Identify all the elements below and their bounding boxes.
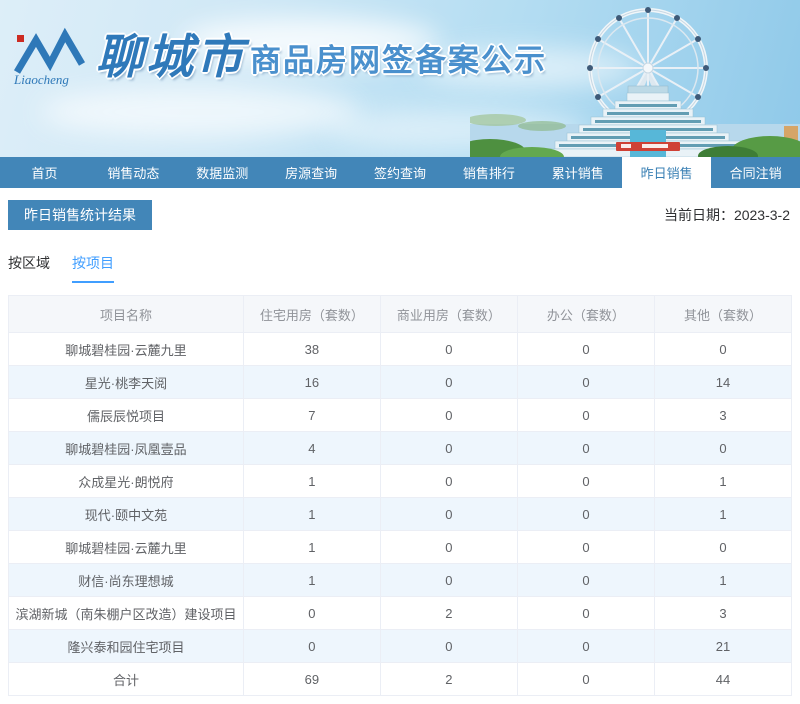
table-total-row: 合计 69 2 0 44 bbox=[8, 662, 793, 696]
table-row: 隆兴泰和园住宅项目 0 0 0 21 bbox=[8, 629, 793, 663]
table-cell: 0 bbox=[242, 596, 381, 630]
table-cell: 0 bbox=[516, 365, 655, 399]
project-name-cell: 滨湖新城（南朱棚户区改造）建设项目 bbox=[8, 596, 244, 630]
table-row: 众成星光·朗悦府 1 0 0 1 bbox=[8, 464, 793, 498]
table-cell: 0 bbox=[516, 596, 655, 630]
table-cell: 0 bbox=[516, 431, 655, 465]
col-header-other: 其他（套数） bbox=[653, 295, 793, 333]
site-brand: Liaocheng 聊城市 商品房网签备案公示 bbox=[12, 26, 547, 88]
table-cell: 0 bbox=[516, 563, 655, 597]
table-cell: 2 bbox=[379, 662, 518, 696]
nav-item-contract-cancellation[interactable]: 合同注销 bbox=[711, 157, 800, 188]
table-cell: 0 bbox=[379, 464, 518, 498]
table-cell: 7 bbox=[242, 398, 381, 432]
col-header-office: 办公（套数） bbox=[516, 295, 655, 333]
table-cell: 1 bbox=[653, 464, 793, 498]
city-name: 聊城市 bbox=[96, 30, 246, 83]
table-cell: 0 bbox=[379, 365, 518, 399]
section-title: 昨日销售统计结果 bbox=[8, 200, 152, 230]
table-cell: 0 bbox=[379, 530, 518, 564]
project-name-cell: 儒辰辰悦项目 bbox=[8, 398, 244, 432]
table-cell: 0 bbox=[379, 332, 518, 366]
table-row: 儒辰辰悦项目 7 0 0 3 bbox=[8, 398, 793, 432]
current-date: 当前日期：2023-3-2 bbox=[664, 205, 792, 225]
table-row: 现代·颐中文苑 1 0 0 1 bbox=[8, 497, 793, 531]
table-cell: 69 bbox=[242, 662, 381, 696]
table-cell: 21 bbox=[653, 629, 793, 663]
table-cell: 1 bbox=[242, 464, 381, 498]
nav-item-home[interactable]: 首页 bbox=[0, 157, 89, 188]
table-row: 星光·桃李天阅 16 0 0 14 bbox=[8, 365, 793, 399]
table-row: 滨湖新城（南朱棚户区改造）建设项目 0 2 0 3 bbox=[8, 596, 793, 630]
project-name-cell: 聊城碧桂园·云麓九里 bbox=[8, 530, 244, 564]
table-row: 聊城碧桂园·云麓九里 38 0 0 0 bbox=[8, 332, 793, 366]
table-cell: 0 bbox=[516, 464, 655, 498]
table-cell: 0 bbox=[516, 332, 655, 366]
table-cell: 0 bbox=[242, 629, 381, 663]
current-date-value: 2023-3-2 bbox=[733, 207, 790, 223]
table-row: 聊城碧桂园·凤凰壹品 4 0 0 0 bbox=[8, 431, 793, 465]
nav-item-contract-query[interactable]: 签约查询 bbox=[356, 157, 445, 188]
table-cell: 0 bbox=[516, 530, 655, 564]
table-cell: 44 bbox=[653, 662, 793, 696]
view-tabs: 按区域 按项目 bbox=[8, 253, 792, 283]
sales-table: 项目名称 住宅用房（套数） 商业用房（套数） 办公（套数） 其他（套数） 聊城碧… bbox=[8, 295, 793, 696]
table-cell: 1 bbox=[242, 497, 381, 531]
tab-by-project[interactable]: 按项目 bbox=[72, 253, 114, 283]
table-cell: 0 bbox=[379, 563, 518, 597]
table-cell: 1 bbox=[242, 530, 381, 564]
project-name-cell: 众成星光·朗悦府 bbox=[8, 464, 244, 498]
table-cell: 0 bbox=[516, 398, 655, 432]
table-row: 聊城碧桂园·云麓九里 1 0 0 0 bbox=[8, 530, 793, 564]
total-label-cell: 合计 bbox=[8, 662, 244, 696]
table-cell: 0 bbox=[516, 497, 655, 531]
project-name-cell: 隆兴泰和园住宅项目 bbox=[8, 629, 244, 663]
table-cell: 3 bbox=[653, 596, 793, 630]
nav-item-sales-ranking[interactable]: 销售排行 bbox=[444, 157, 533, 188]
table-cell: 2 bbox=[379, 596, 518, 630]
table-cell: 0 bbox=[653, 431, 793, 465]
col-header-commercial: 商业用房（套数） bbox=[379, 295, 518, 333]
table-cell: 1 bbox=[242, 563, 381, 597]
table-cell: 0 bbox=[379, 398, 518, 432]
table-cell: 0 bbox=[516, 629, 655, 663]
table-cell: 4 bbox=[242, 431, 381, 465]
logo-text: Liaocheng bbox=[13, 72, 69, 87]
table-cell: 0 bbox=[379, 629, 518, 663]
col-header-project-name: 项目名称 bbox=[8, 295, 244, 333]
tab-by-region[interactable]: 按区域 bbox=[8, 253, 50, 283]
project-name-cell: 聊城碧桂园·凤凰壹品 bbox=[8, 431, 244, 465]
nav-item-sales-dynamics[interactable]: 销售动态 bbox=[89, 157, 178, 188]
project-name-cell: 财信·尚东理想城 bbox=[8, 563, 244, 597]
project-name-cell: 聊城碧桂园·云麓九里 bbox=[8, 332, 244, 366]
nav-item-listing-query[interactable]: 房源查询 bbox=[267, 157, 356, 188]
table-cell: 0 bbox=[653, 530, 793, 564]
table-cell: 16 bbox=[242, 365, 381, 399]
table-cell: 0 bbox=[516, 662, 655, 696]
table-header-row: 项目名称 住宅用房（套数） 商业用房（套数） 办公（套数） 其他（套数） bbox=[8, 295, 793, 333]
banner-title: 商品房网签备案公示 bbox=[250, 43, 547, 78]
table-cell: 0 bbox=[379, 431, 518, 465]
nav-item-yesterday-sales[interactable]: 昨日销售 bbox=[622, 157, 712, 188]
table-cell: 0 bbox=[653, 332, 793, 366]
table-cell: 38 bbox=[242, 332, 381, 366]
table-cell: 1 bbox=[653, 497, 793, 531]
table-row: 财信·尚东理想城 1 0 0 1 bbox=[8, 563, 793, 597]
main-nav: 首页 销售动态 数据监测 房源查询 签约查询 销售排行 累计销售 昨日销售 合同… bbox=[0, 157, 800, 188]
nav-item-cumulative-sales[interactable]: 累计销售 bbox=[533, 157, 622, 188]
project-name-cell: 现代·颐中文苑 bbox=[8, 497, 244, 531]
table-cell: 1 bbox=[653, 563, 793, 597]
project-name-cell: 星光·桃李天阅 bbox=[8, 365, 244, 399]
table-cell: 3 bbox=[653, 398, 793, 432]
nav-item-data-monitoring[interactable]: 数据监测 bbox=[178, 157, 267, 188]
table-cell: 14 bbox=[653, 365, 793, 399]
cloud-decoration bbox=[40, 86, 360, 138]
site-banner: Liaocheng 聊城市 商品房网签备案公示 bbox=[0, 0, 800, 157]
current-date-label: 当前日期： bbox=[663, 207, 734, 223]
main-content: 昨日销售统计结果 当前日期：2023-3-2 按区域 按项目 项目名称 住宅用房… bbox=[0, 188, 800, 696]
table-cell: 0 bbox=[379, 497, 518, 531]
city-logo: Liaocheng bbox=[13, 27, 86, 87]
col-header-residential: 住宅用房（套数） bbox=[242, 295, 381, 333]
